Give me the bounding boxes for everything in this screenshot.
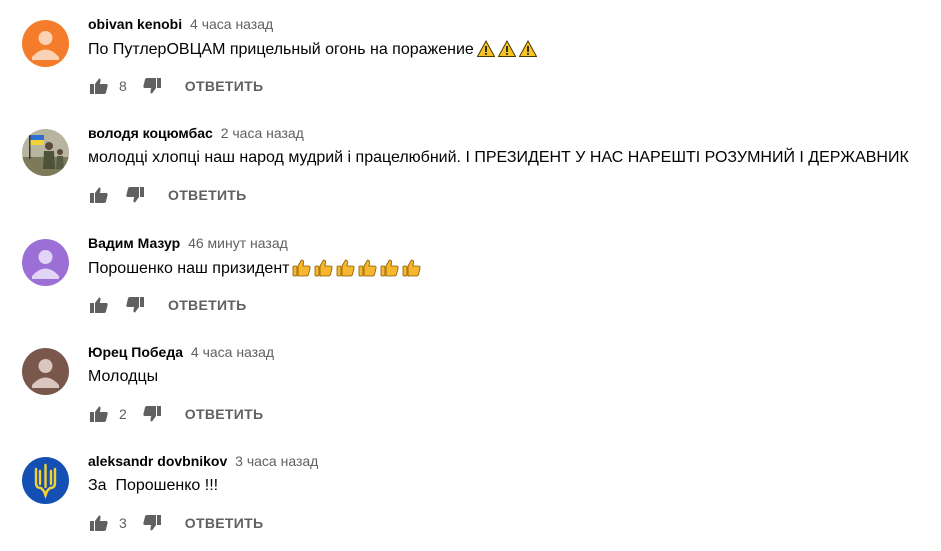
avatar[interactable]: [22, 20, 69, 67]
like-icon[interactable]: [88, 294, 110, 316]
comment-header: Вадим Мазур 46 минут назад: [88, 235, 288, 251]
like-count: 8: [119, 78, 127, 94]
like-icon[interactable]: [88, 75, 110, 97]
dislike-icon[interactable]: [124, 184, 146, 206]
thumbs-up-emoji-icon: [292, 259, 311, 282]
dislike-icon[interactable]: [141, 403, 163, 425]
reply-button[interactable]: ОТВЕТИТЬ: [185, 406, 264, 422]
like-count: 3: [119, 515, 127, 531]
dislike-icon[interactable]: [141, 512, 163, 534]
avatar[interactable]: [22, 239, 69, 286]
thumbs-up-emoji-icon: [402, 259, 421, 282]
reply-button[interactable]: ОТВЕТИТЬ: [168, 297, 247, 313]
comment-header: obivan kenobi 4 часа назад: [88, 16, 273, 32]
comment-text: Порошенко наш призидент: [88, 259, 421, 282]
comment-text-content: Порошенко наш призидент: [88, 260, 290, 277]
comment-text: Молодцы: [88, 368, 159, 385]
like-icon[interactable]: [88, 184, 110, 206]
dislike-icon[interactable]: [141, 75, 163, 97]
profile-photo-icon: [22, 129, 69, 176]
default-avatar-icon: [22, 20, 69, 67]
comment-time[interactable]: 4 часа назад: [190, 16, 273, 32]
comment-actions: 3 ОТВЕТИТЬ: [88, 511, 263, 535]
comment-actions: ОТВЕТИТЬ: [88, 293, 247, 317]
reply-button[interactable]: ОТВЕТИТЬ: [185, 78, 264, 94]
comment-header: володя коцюмбас 2 часа назад: [88, 125, 304, 141]
reply-button[interactable]: ОТВЕТИТЬ: [185, 515, 264, 531]
author-name[interactable]: Вадим Мазур: [88, 235, 180, 251]
author-name[interactable]: obivan kenobi: [88, 16, 182, 32]
like-count: 2: [119, 406, 127, 422]
avatar[interactable]: [22, 457, 69, 504]
avatar[interactable]: [22, 348, 69, 395]
comment-text: молодці хлопці наш народ мудрий і працел…: [88, 149, 909, 166]
author-name[interactable]: Юрец Победа: [88, 344, 183, 360]
comment-time[interactable]: 2 часа назад: [221, 125, 304, 141]
comment-actions: ОТВЕТИТЬ: [88, 183, 247, 207]
reply-button[interactable]: ОТВЕТИТЬ: [168, 187, 247, 203]
dislike-icon[interactable]: [124, 294, 146, 316]
like-icon[interactable]: [88, 403, 110, 425]
author-name[interactable]: aleksandr dovbnikov: [88, 453, 227, 469]
thumbs-up-emoji-icon: [336, 259, 355, 282]
warning-icon: [497, 39, 517, 63]
comment-text-content: По ПутлерОВЦАМ прицельный огонь на пораж…: [88, 41, 474, 58]
comment-header: aleksandr dovbnikov 3 часа назад: [88, 453, 318, 469]
default-avatar-icon: [22, 239, 69, 286]
comment-time[interactable]: 46 минут назад: [188, 235, 288, 251]
like-icon[interactable]: [88, 512, 110, 534]
warning-icon: [476, 39, 496, 63]
author-name[interactable]: володя коцюмбас: [88, 125, 213, 141]
trident-icon: [22, 457, 69, 504]
comment-header: Юрец Победа 4 часа назад: [88, 344, 274, 360]
thumbs-up-emoji-icon: [358, 259, 377, 282]
comment-actions: 8 ОТВЕТИТЬ: [88, 74, 263, 98]
warning-icon: [518, 39, 538, 63]
comment-time[interactable]: 3 часа назад: [235, 453, 318, 469]
comment-text: За Порошенко !!!: [88, 477, 219, 494]
comment-actions: 2 ОТВЕТИТЬ: [88, 402, 263, 426]
comment-text: По ПутлерОВЦАМ прицельный огонь на пораж…: [88, 39, 538, 63]
thumbs-up-emoji-icon: [314, 259, 333, 282]
default-avatar-icon: [22, 348, 69, 395]
thumbs-up-emoji-icon: [380, 259, 399, 282]
avatar[interactable]: [22, 129, 69, 176]
comment-time[interactable]: 4 часа назад: [191, 344, 274, 360]
